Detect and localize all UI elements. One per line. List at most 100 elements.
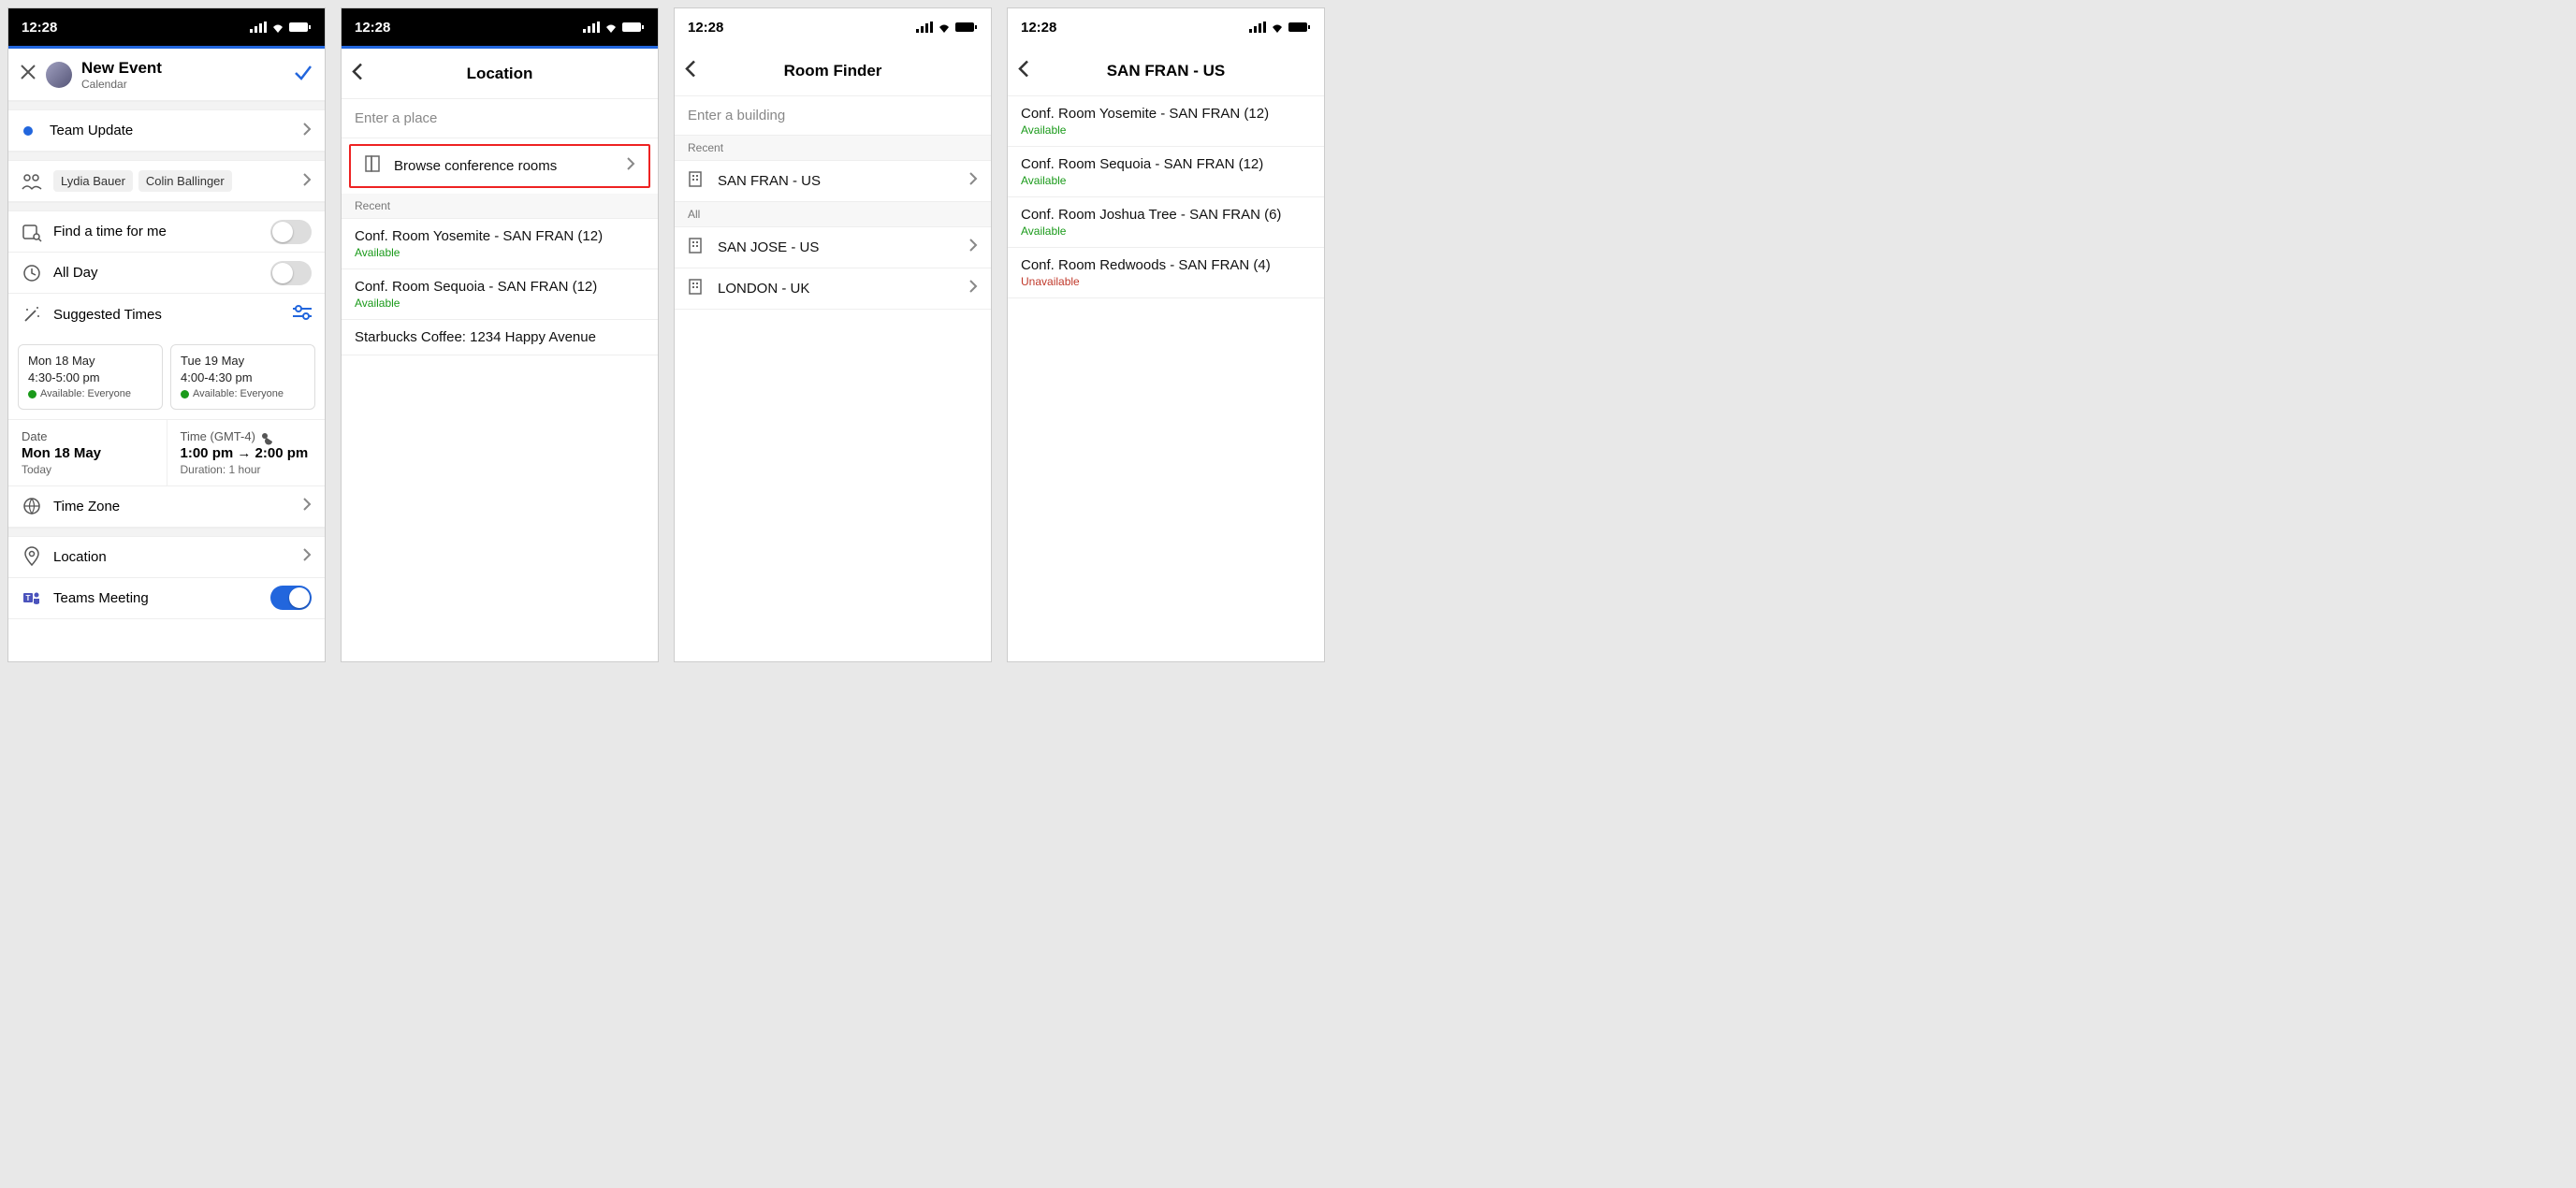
back-button[interactable] [351,62,364,85]
browse-rooms-label: Browse conference rooms [394,158,615,174]
chevron-right-icon [968,280,978,297]
status-bar: 12:28 [342,8,658,46]
recent-place-row[interactable]: Starbucks Coffee: 1234 Happy Avenue [342,320,658,355]
card-date: Tue 19 May [181,353,305,369]
status-time: 12:28 [22,20,57,36]
attendee-chip[interactable]: Colin Ballinger [138,170,232,192]
building-row[interactable]: SAN JOSE - US [675,227,991,268]
room-status: Available [355,246,400,259]
chevron-right-icon [968,239,978,256]
page-title: Room Finder [784,62,882,80]
chevron-right-icon [626,157,635,175]
time-sub: Duration: 1 hour [181,463,313,476]
date-time-row: Date Mon 18 May Today Time (GMT-4) 1:00 … [8,420,325,486]
teams-icon: T [22,588,42,607]
location-label: Location [53,549,291,565]
recent-header: Recent [675,136,991,161]
attendees-row[interactable]: Lydia Bauer Colin Ballinger [8,161,325,202]
status-icons [583,22,645,33]
screen-building-rooms: 12:28 SAN FRAN - US Conf. Room Yosemite … [1007,7,1325,662]
sliders-icon [293,305,312,320]
teams-meeting-row[interactable]: T Teams Meeting [8,578,325,619]
find-time-row[interactable]: Find a time for me [8,211,325,253]
room-finder-header: Room Finder [675,46,991,96]
attendee-chip[interactable]: Lydia Bauer [53,170,133,192]
time-picker[interactable]: Time (GMT-4) 1:00 pm → 2:00 pm Duration:… [167,420,326,485]
room-status: Unavailable [1021,275,1080,288]
chevron-left-icon [1017,59,1030,78]
time-suggestion-card[interactable]: Tue 19 May 4:00-4:30 pm Available: Every… [170,344,315,410]
browse-conference-rooms-row[interactable]: Browse conference rooms [351,146,648,186]
event-title-row[interactable]: Team Update [8,110,325,152]
all-day-toggle[interactable] [270,261,312,285]
rooms-icon [364,155,383,177]
chevron-right-icon [302,173,312,190]
location-pin-icon [22,547,42,566]
room-name: Conf. Room Joshua Tree - SAN FRAN (6) [1021,207,1281,223]
building-name: SAN JOSE - US [718,239,957,255]
header-text: New Event Calendar [81,59,162,91]
card-time: 4:00-4:30 pm [181,369,305,386]
room-row[interactable]: Conf. Room Joshua Tree - SAN FRAN (6) Av… [1008,197,1324,248]
building-name: SAN FRAN - US [718,173,957,189]
find-time-label: Find a time for me [53,224,259,239]
location-row[interactable]: Location [8,537,325,578]
room-row[interactable]: Conf. Room Sequoia - SAN FRAN (12) Avail… [1008,147,1324,197]
wifi-icon [937,22,952,33]
filter-button[interactable] [293,305,312,324]
find-time-toggle[interactable] [270,220,312,244]
event-title: Team Update [50,123,291,138]
close-button[interactable] [20,64,36,85]
recent-header: Recent [342,194,658,219]
battery-icon [955,22,978,33]
back-button[interactable] [684,59,697,82]
building-header: SAN FRAN - US [1008,46,1324,96]
chevron-right-icon [968,172,978,190]
time-suggestion-card[interactable]: Mon 18 May 4:30-5:00 pm Available: Every… [18,344,163,410]
svg-text:T: T [26,594,31,602]
room-row[interactable]: Conf. Room Yosemite - SAN FRAN (12) Avai… [1008,96,1324,147]
building-row[interactable]: LONDON - UK [675,268,991,310]
suggested-times-cards: Mon 18 May 4:30-5:00 pm Available: Every… [8,335,325,420]
browse-rooms-highlight: Browse conference rooms [349,144,650,188]
date-label: Date [22,429,153,443]
room-status: Available [1021,123,1066,137]
time-label: Time (GMT-4) [181,429,313,443]
room-name: Conf. Room Sequoia - SAN FRAN (12) [355,279,597,295]
room-status: Available [1021,174,1066,187]
battery-icon [622,22,645,33]
date-sub: Today [22,463,153,476]
suggested-times-label: Suggested Times [53,307,282,323]
all-header: All [675,202,991,227]
chevron-right-icon [302,123,312,139]
time-value: 1:00 pm → 2:00 pm [181,445,313,461]
new-event-header: New Event Calendar [8,49,325,101]
location-search[interactable]: Enter a place [342,99,658,138]
battery-icon [289,22,312,33]
building-name: LONDON - UK [718,281,957,297]
wifi-icon [604,22,619,33]
timezone-row[interactable]: Time Zone [8,486,325,528]
card-date: Mon 18 May [28,353,153,369]
chevron-right-icon [302,498,312,514]
avatar [46,62,72,88]
teams-toggle[interactable] [270,586,312,610]
signal-icon [250,22,267,33]
screen-room-finder: 12:28 Room Finder Enter a building Recen… [674,7,992,662]
screen-new-event: 12:28 New Event Calendar [7,7,326,662]
recent-room-row[interactable]: Conf. Room Sequoia - SAN FRAN (12) Avail… [342,269,658,320]
building-row[interactable]: SAN FRAN - US [675,161,991,202]
save-button[interactable] [293,62,313,87]
clock-icon [22,264,42,283]
wifi-icon [270,22,285,33]
building-search[interactable]: Enter a building [675,96,991,136]
recent-room-row[interactable]: Conf. Room Yosemite - SAN FRAN (12) Avai… [342,219,658,269]
date-picker[interactable]: Date Mon 18 May Today [8,420,167,485]
card-time: 4:30-5:00 pm [28,369,153,386]
back-button[interactable] [1017,59,1030,82]
room-row[interactable]: Conf. Room Redwoods - SAN FRAN (4) Unava… [1008,248,1324,298]
all-day-row[interactable]: All Day [8,253,325,294]
calendar-color-dot [23,126,33,136]
x-icon [20,64,36,80]
page-title: SAN FRAN - US [1107,62,1226,80]
